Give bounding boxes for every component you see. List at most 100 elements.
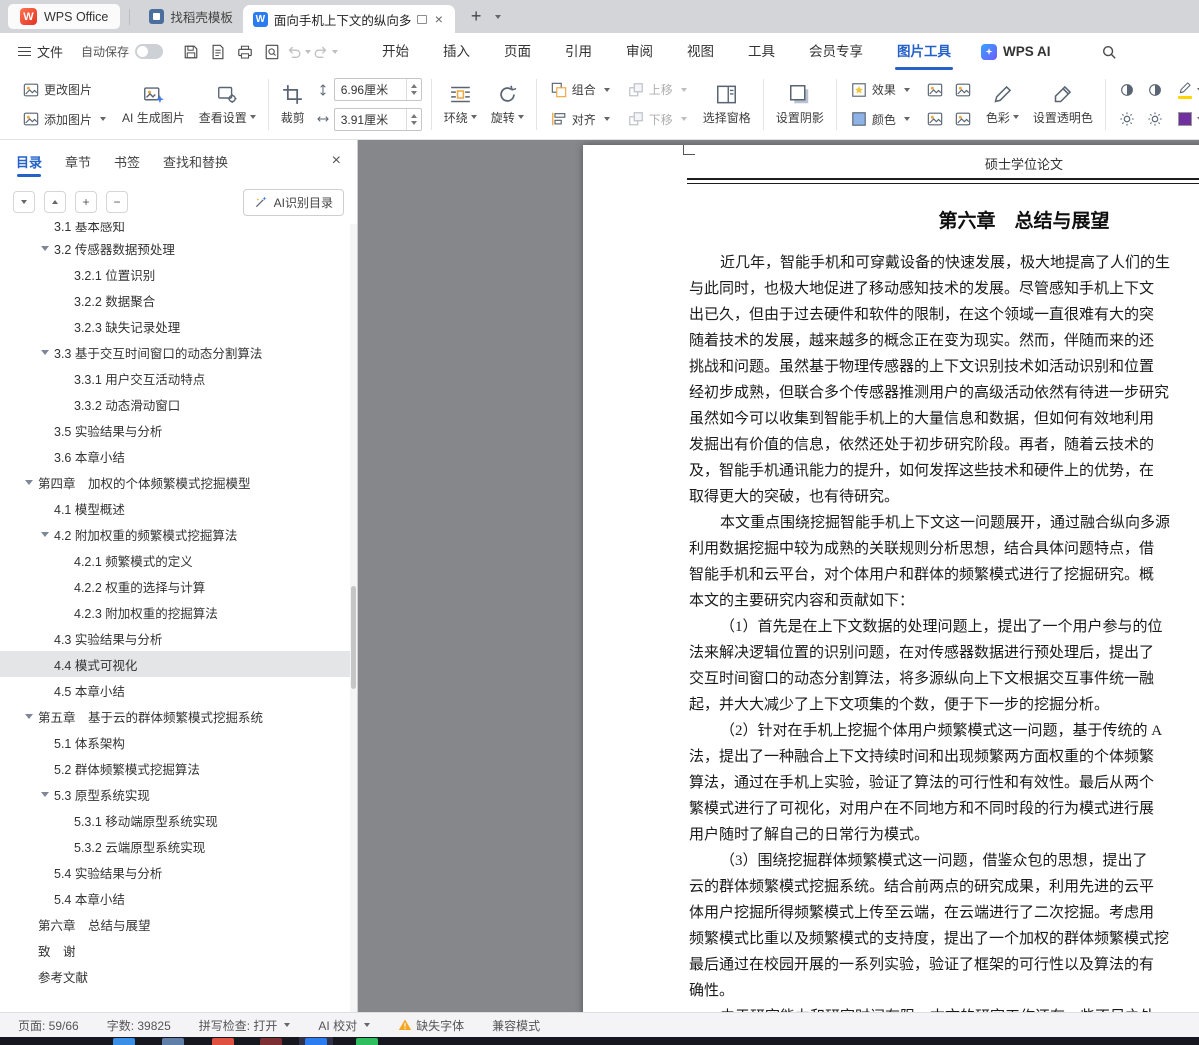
toc-expand-caret-icon[interactable]: [41, 245, 49, 251]
toc-item[interactable]: 第五章 基于云的群体频繁模式挖掘系统: [0, 703, 350, 729]
tab-list-caret-icon[interactable]: [495, 14, 502, 19]
view-settings-button[interactable]: 查看设置: [192, 74, 263, 135]
print-preview-button[interactable]: [258, 40, 285, 64]
toc-expand-caret-icon[interactable]: [25, 713, 33, 719]
taskbar-app-icon[interactable]: [305, 1038, 327, 1045]
ai-generate-picture-button[interactable]: AI 生成图片: [115, 74, 192, 135]
picture-effects-button[interactable]: 效果: [846, 79, 915, 100]
contrast-increase-button[interactable]: [1115, 78, 1139, 102]
menu-tab[interactable]: 视图: [670, 33, 731, 70]
toc-item[interactable]: 致 谢: [0, 937, 350, 963]
taskbar-app-icon[interactable]: [356, 1038, 378, 1045]
wps-ai-menu[interactable]: WPS AI: [968, 43, 1064, 60]
bring-forward-button[interactable]: 上移: [623, 79, 692, 100]
selection-pane-button[interactable]: 选择窗格: [696, 74, 758, 135]
tab-preview-icon[interactable]: [416, 14, 427, 24]
file-menu-button[interactable]: 文件: [10, 42, 71, 61]
change-picture-button[interactable]: 更改图片: [18, 79, 111, 100]
brightness-increase-button[interactable]: [1115, 107, 1139, 131]
ai-proofread-status[interactable]: AI 校对: [318, 1017, 371, 1034]
toc-item[interactable]: 5.4 本章小结: [0, 885, 350, 911]
menu-tab[interactable]: 会员专享: [792, 33, 880, 70]
save-button[interactable]: [177, 40, 204, 64]
toc-item[interactable]: 3.2.2 数据聚合: [0, 287, 350, 313]
tab-document[interactable]: W 面向手机上下文的纵向多源数 ×: [242, 5, 455, 33]
toc-item[interactable]: 3.2.1 位置识别: [0, 261, 350, 287]
toc-expand-caret-icon[interactable]: [41, 531, 49, 537]
document-page[interactable]: 硕士学位论文 第六章 总结与展望 近几年，智能手机和可穿戴设备的快速发展，极大地…: [583, 145, 1199, 1012]
menu-tab[interactable]: 插入: [426, 33, 487, 70]
taskbar-app-icon[interactable]: [162, 1038, 184, 1045]
toc-item[interactable]: 第四章 加权的个体频繁模式挖掘模型: [0, 469, 350, 495]
send-backward-button[interactable]: 下移: [623, 109, 692, 130]
nav-pane-tab[interactable]: 目录: [16, 152, 42, 177]
picture-width-input[interactable]: 3.91厘米: [333, 107, 422, 131]
toc-item[interactable]: 4.2.3 附加权重的挖掘算法: [0, 599, 350, 625]
close-pane-icon[interactable]: ×: [332, 153, 341, 169]
toc-item[interactable]: 5.2 群体频繁模式挖掘算法: [0, 755, 350, 781]
group-button[interactable]: 组合: [546, 79, 615, 100]
wrap-text-button[interactable]: 环绕: [437, 74, 484, 135]
zoom-in-outline-button[interactable]: +: [75, 191, 97, 213]
contrast-decrease-button[interactable]: [1143, 78, 1167, 102]
set-transparent-color-button[interactable]: 设置透明色: [1026, 74, 1100, 135]
compress-picture-button[interactable]: [951, 78, 975, 102]
toc-item[interactable]: 第六章 总结与展望: [0, 911, 350, 937]
toc-item[interactable]: 4.2.1 频繁模式的定义: [0, 547, 350, 573]
taskbar-app-icon[interactable]: [113, 1038, 135, 1045]
missing-font-warning[interactable]: 缺失字体: [398, 1017, 464, 1034]
menu-tab[interactable]: 引用: [548, 33, 609, 70]
picture-outline-color-button[interactable]: [1175, 80, 1199, 101]
toc-item[interactable]: 3.5 实验结果与分析: [0, 417, 350, 443]
menu-tab[interactable]: 页面: [487, 33, 548, 70]
picture-fill-color-button[interactable]: [1175, 111, 1199, 127]
toc-item[interactable]: 4.1 模型概述: [0, 495, 350, 521]
toc-item[interactable]: 3.1 基本感知: [0, 222, 350, 235]
nav-pane-tab[interactable]: 书签: [114, 152, 140, 171]
toc-item[interactable]: 5.1 体系架构: [0, 729, 350, 755]
toc-item[interactable]: 3.3 基于交互时间窗口的动态分割算法: [0, 339, 350, 365]
crop-button[interactable]: 裁剪: [274, 74, 312, 135]
zoom-out-outline-button[interactable]: −: [106, 191, 128, 213]
toc-item[interactable]: 参考文献: [0, 963, 350, 989]
toc-expand-caret-icon[interactable]: [25, 479, 33, 485]
document-canvas[interactable]: 硕士学位论文 第六章 总结与展望 近几年，智能手机和可穿戴设备的快速发展，极大地…: [358, 140, 1199, 1012]
taskbar-app-icon[interactable]: [260, 1038, 282, 1045]
picture-border-button[interactable]: [923, 107, 947, 131]
toc-item[interactable]: 3.3.2 动态滑动窗口: [0, 391, 350, 417]
add-picture-button[interactable]: 添加图片: [18, 109, 111, 130]
nav-pane-tab[interactable]: 查找和替换: [163, 152, 228, 171]
toc-item[interactable]: 3.3.1 用户交互活动特点: [0, 365, 350, 391]
print-button[interactable]: [231, 40, 258, 64]
toc-item[interactable]: 5.3.2 云端原型系统实现: [0, 833, 350, 859]
wps-home-button[interactable]: W WPS Office: [8, 4, 121, 29]
autosave-toggle[interactable]: [135, 44, 164, 59]
menu-tab[interactable]: 开始: [365, 33, 426, 70]
color-adjust-button[interactable]: 色彩: [979, 74, 1026, 135]
export-pdf-button[interactable]: [204, 40, 231, 64]
toc-item[interactable]: 4.2 附加权重的频繁模式挖掘算法: [0, 521, 350, 547]
taskbar-app-icon[interactable]: [212, 1038, 234, 1045]
compatibility-mode-badge[interactable]: 兼容模式: [492, 1017, 540, 1034]
menu-tab[interactable]: 图片工具: [880, 33, 968, 70]
toc-item[interactable]: 3.2.3 缺失记录处理: [0, 313, 350, 339]
rotate-button[interactable]: 旋转: [484, 74, 531, 135]
search-button[interactable]: [1095, 39, 1123, 65]
collapse-all-button[interactable]: [44, 191, 66, 213]
toc-item[interactable]: 5.4 实验结果与分析: [0, 859, 350, 885]
toc-item[interactable]: 4.5 本章小结: [0, 677, 350, 703]
toc-item[interactable]: 3.2 传感器数据预处理: [0, 235, 350, 261]
menu-tab[interactable]: 审阅: [609, 33, 670, 70]
sidebar-scrollbar-thumb[interactable]: [351, 586, 356, 689]
os-taskbar[interactable]: [0, 1037, 1199, 1045]
ai-recognize-toc-button[interactable]: AI识别目录: [242, 188, 344, 216]
picture-color-button[interactable]: 颜色: [846, 109, 915, 130]
reset-picture-button[interactable]: [923, 78, 947, 102]
redo-button[interactable]: [312, 40, 339, 64]
tab-close-icon[interactable]: ×: [433, 12, 445, 26]
picture-layout-button[interactable]: [951, 107, 975, 131]
toc-expand-caret-icon[interactable]: [41, 349, 49, 355]
nav-pane-tab[interactable]: 章节: [65, 152, 91, 171]
brightness-decrease-button[interactable]: [1143, 107, 1167, 131]
expand-all-button[interactable]: [13, 191, 35, 213]
